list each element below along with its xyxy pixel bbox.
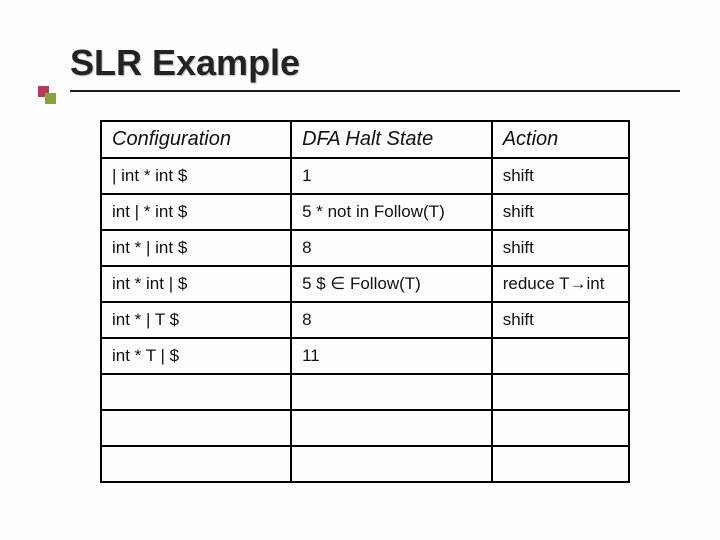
slr-table: Configuration DFA Halt State Action | in… <box>100 120 630 483</box>
cell-action <box>492 446 629 482</box>
cell-action: shift <box>492 302 629 338</box>
cell-action: shift <box>492 194 629 230</box>
header-action: Action <box>492 121 629 158</box>
cell-action: reduce T→int <box>492 266 629 302</box>
cell-config: int * T | $ <box>101 338 291 374</box>
slide: SLR Example Configuration DFA Halt State… <box>0 0 720 540</box>
header-configuration: Configuration <box>101 121 291 158</box>
cell-config: int * int | $ <box>101 266 291 302</box>
table-row: int * T | $ 11 <box>101 338 629 374</box>
cell-config <box>101 410 291 446</box>
table-container: Configuration DFA Halt State Action | in… <box>100 120 630 483</box>
header-halt-state: DFA Halt State <box>291 121 492 158</box>
cell-halt: 5 $ ∈ Follow(T) <box>291 266 492 302</box>
cell-action <box>492 374 629 410</box>
cell-halt <box>291 374 492 410</box>
table-header-row: Configuration DFA Halt State Action <box>101 121 629 158</box>
cell-halt <box>291 410 492 446</box>
cell-action: shift <box>492 230 629 266</box>
table-row: int * int | $ 5 $ ∈ Follow(T) reduce T→i… <box>101 266 629 302</box>
cell-config: int | * int $ <box>101 194 291 230</box>
cell-action <box>492 338 629 374</box>
cell-halt: 11 <box>291 338 492 374</box>
cell-halt: 1 <box>291 158 492 194</box>
decorative-squares <box>38 86 54 102</box>
table-row <box>101 374 629 410</box>
table-row <box>101 446 629 482</box>
cell-action <box>492 410 629 446</box>
title-row: SLR Example <box>70 42 680 92</box>
table-row: int * | T $ 8 shift <box>101 302 629 338</box>
cell-action: shift <box>492 158 629 194</box>
cell-halt: 8 <box>291 302 492 338</box>
cell-config: int * | int $ <box>101 230 291 266</box>
cell-config: | int * int $ <box>101 158 291 194</box>
slide-title: SLR Example <box>70 42 680 84</box>
cell-config <box>101 446 291 482</box>
cell-config: int * | T $ <box>101 302 291 338</box>
cell-config <box>101 374 291 410</box>
cell-halt <box>291 446 492 482</box>
cell-halt: 5 * not in Follow(T) <box>291 194 492 230</box>
table-row: | int * int $ 1 shift <box>101 158 629 194</box>
table-row <box>101 410 629 446</box>
cell-halt: 8 <box>291 230 492 266</box>
table-row: int | * int $ 5 * not in Follow(T) shift <box>101 194 629 230</box>
table-row: int * | int $ 8 shift <box>101 230 629 266</box>
